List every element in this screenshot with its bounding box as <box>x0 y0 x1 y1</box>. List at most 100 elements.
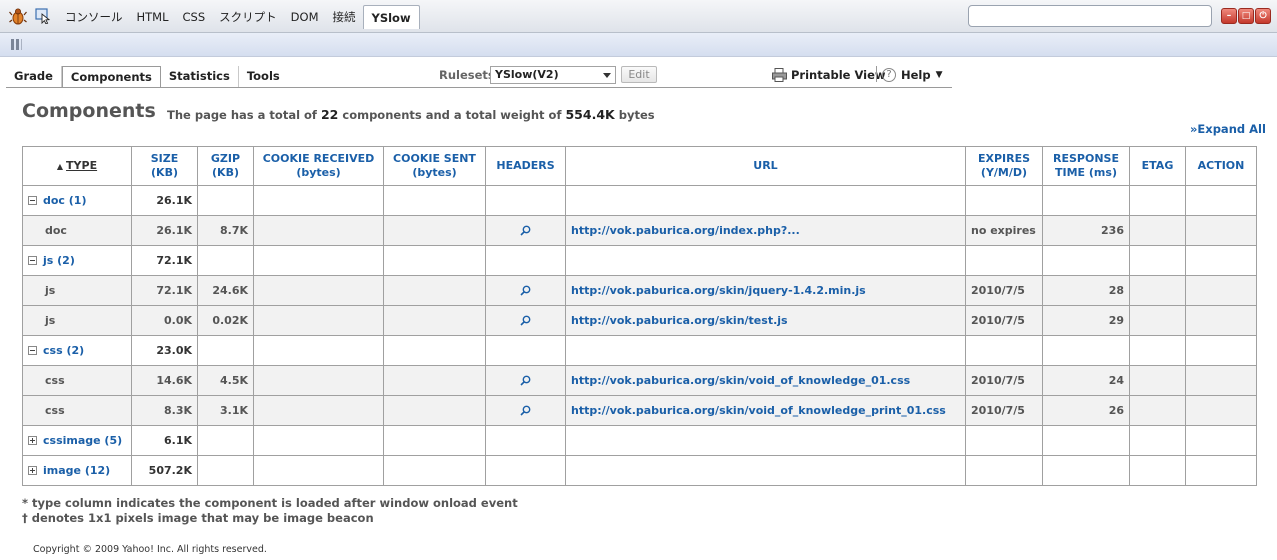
tab-components[interactable]: Components <box>61 66 161 88</box>
etag-cell <box>1129 395 1186 426</box>
size-cell: 26.1K <box>131 185 198 216</box>
size-cell: 72.1K <box>131 245 198 276</box>
component-url-link[interactable]: http://vok.paburica.org/index.php?... <box>571 224 800 237</box>
collapse-icon[interactable] <box>28 256 37 265</box>
component-url-link[interactable]: http://vok.paburica.org/skin/void_of_kno… <box>571 374 910 387</box>
headers-cell[interactable] <box>485 305 566 336</box>
tab-css[interactable]: CSS <box>176 5 213 29</box>
tab-yslow[interactable]: YSlow <box>362 5 420 29</box>
column-header-expires[interactable]: EXPIRES (Y/M/D) <box>965 146 1043 186</box>
column-header-url[interactable]: URL <box>565 146 966 186</box>
magnifier-icon[interactable] <box>520 225 531 236</box>
expires-cell <box>965 455 1043 486</box>
column-header-cookie-received[interactable]: COOKIE RECEIVED (bytes) <box>253 146 384 186</box>
headers-cell[interactable] <box>485 395 566 426</box>
group-type-cell[interactable]: cssimage (5) <box>22 425 132 456</box>
tab-net[interactable]: 接続 <box>326 5 363 29</box>
etag-cell <box>1129 245 1186 276</box>
column-header-headers[interactable]: HEADERS <box>485 146 566 186</box>
group-type-cell[interactable]: js (2) <box>22 245 132 276</box>
expand-icon[interactable] <box>28 466 37 475</box>
help-menu[interactable]: ? Help ▼ <box>882 66 943 84</box>
minimize-button[interactable]: – <box>1221 8 1237 24</box>
expand-all-link[interactable]: »Expand All <box>1190 122 1266 136</box>
magnifier-icon[interactable] <box>520 315 531 326</box>
group-label[interactable]: doc (1) <box>43 194 87 207</box>
component-url-link[interactable]: http://vok.paburica.org/skin/jquery-1.4.… <box>571 284 866 297</box>
url-cell[interactable]: http://vok.paburica.org/skin/test.js <box>565 305 966 336</box>
group-row[interactable]: js (2) 72.1K <box>22 245 1257 276</box>
cookie-sent-cell <box>383 275 486 306</box>
rulesets-select[interactable]: YSlow(V2) <box>490 66 616 84</box>
group-label[interactable]: cssimage (5) <box>43 434 122 447</box>
url-cell[interactable]: http://vok.paburica.org/index.php?... <box>565 215 966 246</box>
url-cell[interactable]: http://vok.paburica.org/skin/void_of_kno… <box>565 395 966 426</box>
tab-statistics[interactable]: Statistics <box>161 66 239 88</box>
headers-cell[interactable] <box>485 215 566 246</box>
etag-cell <box>1129 455 1186 486</box>
magnifier-icon[interactable] <box>520 405 531 416</box>
column-header-cookie-sent[interactable]: COOKIE SENT (bytes) <box>383 146 486 186</box>
headers-cell[interactable] <box>485 365 566 396</box>
tab-console[interactable]: コンソール <box>58 5 130 29</box>
column-header-response-time[interactable]: RESPONSE TIME (ms) <box>1042 146 1130 186</box>
tab-html[interactable]: HTML <box>130 5 176 29</box>
action-cell <box>1185 365 1257 396</box>
tab-grade[interactable]: Grade <box>6 66 62 88</box>
action-cell <box>1185 425 1257 456</box>
group-row[interactable]: image (12) 507.2K <box>22 455 1257 486</box>
pause-icon[interactable] <box>11 39 31 51</box>
group-type-cell[interactable]: doc (1) <box>22 185 132 216</box>
printable-view-link[interactable]: Printable View <box>772 66 886 84</box>
total-components: 22 <box>320 107 339 122</box>
close-button[interactable]: ⏻ <box>1255 8 1271 24</box>
group-row[interactable]: doc (1) 26.1K <box>22 185 1257 216</box>
expires-cell <box>965 245 1043 276</box>
footnote-onload: * type column indicates the component is… <box>22 496 518 510</box>
etag-cell <box>1129 425 1186 456</box>
expires-cell: 2010/7/5 <box>965 365 1043 396</box>
tab-tools[interactable]: Tools <box>239 66 288 88</box>
group-type-cell[interactable]: css (2) <box>22 335 132 366</box>
headers-cell <box>485 185 566 216</box>
collapse-icon[interactable] <box>28 196 37 205</box>
expand-icon[interactable] <box>28 436 37 445</box>
group-type-cell[interactable]: image (12) <box>22 455 132 486</box>
group-label[interactable]: image (12) <box>43 464 110 477</box>
group-row[interactable]: css (2) 23.0K <box>22 335 1257 366</box>
column-header-etag[interactable]: ETAG <box>1129 146 1186 186</box>
search-input[interactable] <box>968 5 1212 27</box>
component-url-link[interactable]: http://vok.paburica.org/skin/test.js <box>571 314 788 327</box>
headers-cell[interactable] <box>485 275 566 306</box>
magnifier-icon[interactable] <box>520 285 531 296</box>
group-row[interactable]: cssimage (5) 6.1K <box>22 425 1257 456</box>
component-url-link[interactable]: http://vok.paburica.org/skin/void_of_kno… <box>571 404 946 417</box>
firebug-icon[interactable] <box>9 7 27 25</box>
gzip-cell: 3.1K <box>197 395 254 426</box>
headers-cell <box>485 455 566 486</box>
column-header-size[interactable]: SIZE (KB) <box>131 146 198 186</box>
collapse-icon[interactable] <box>28 346 37 355</box>
group-label[interactable]: css (2) <box>43 344 84 357</box>
table-row: css 14.6K 4.5K http://vok.paburica.org/skin… <box>22 365 1257 396</box>
url-cell <box>565 455 966 486</box>
firebug-subbar <box>0 33 1277 57</box>
edit-button[interactable]: Edit <box>621 66 657 83</box>
type-cell: css <box>22 395 132 426</box>
tab-dom[interactable]: DOM <box>284 5 326 29</box>
url-cell[interactable]: http://vok.paburica.org/skin/jquery-1.4.… <box>565 275 966 306</box>
gzip-cell: 4.5K <box>197 365 254 396</box>
column-header-action[interactable]: ACTION <box>1185 146 1257 186</box>
detach-button[interactable]: □ <box>1238 8 1254 24</box>
sort-up-icon: ▲ <box>56 161 64 171</box>
column-header-gzip[interactable]: GZIP (KB) <box>197 146 254 186</box>
inspect-icon[interactable] <box>35 8 51 24</box>
magnifier-icon[interactable] <box>520 375 531 386</box>
tab-script[interactable]: スクリプト <box>212 5 284 29</box>
size-cell: 507.2K <box>131 455 198 486</box>
url-cell[interactable]: http://vok.paburica.org/skin/void_of_kno… <box>565 365 966 396</box>
group-label[interactable]: js (2) <box>43 254 75 267</box>
column-header-type[interactable]: ▲ TYPE <box>22 146 132 186</box>
components-summary: The page has a total of 22 components an… <box>167 107 655 122</box>
url-cell <box>565 425 966 456</box>
